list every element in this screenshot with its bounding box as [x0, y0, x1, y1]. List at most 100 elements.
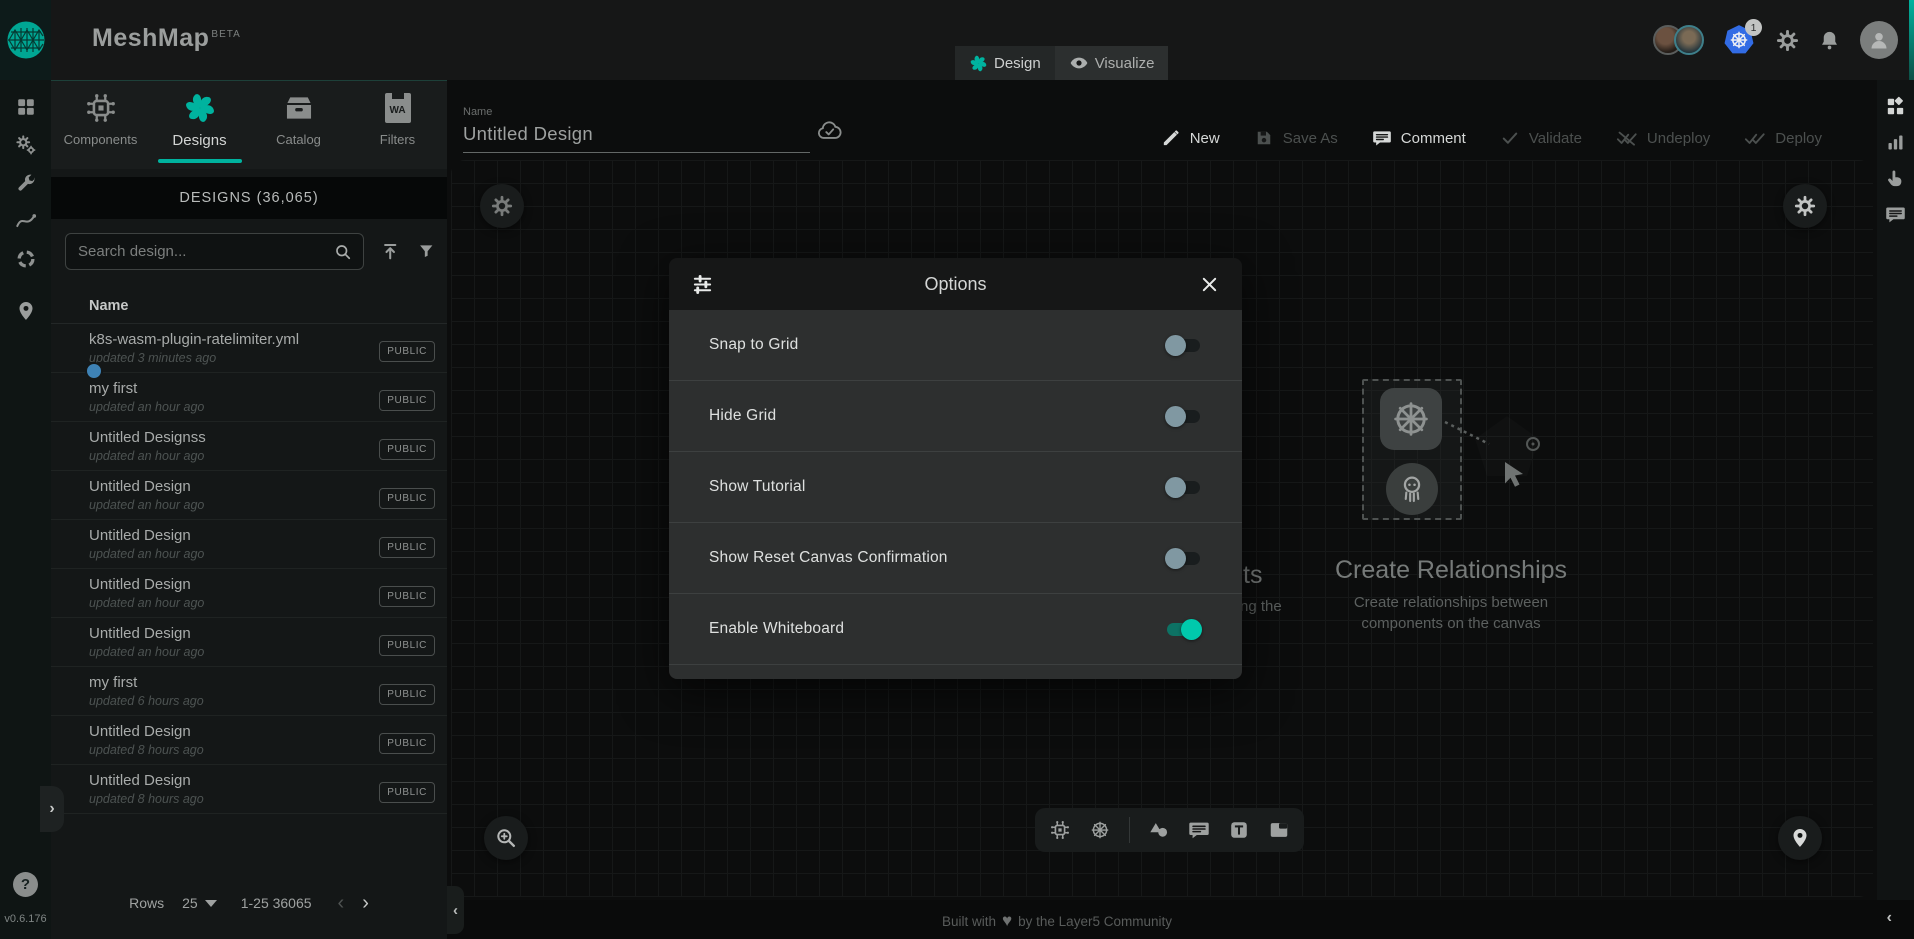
- right-drawer-collapse-handle[interactable]: ‹: [1887, 909, 1892, 927]
- magnifier-plus-icon: [494, 826, 518, 850]
- pentagon-shape: [1465, 410, 1561, 502]
- next-page-button[interactable]: ›: [362, 892, 369, 915]
- performance-icon[interactable]: [15, 210, 37, 232]
- bar-chart-icon[interactable]: [1885, 132, 1906, 153]
- components-chip-icon: [84, 91, 118, 125]
- app-header: MeshMapBETA Design Visualize 1: [0, 0, 1914, 80]
- dock-components-icon[interactable]: [1049, 819, 1071, 841]
- design-name-input[interactable]: [463, 118, 810, 153]
- kubernetes-wheel-icon: [1389, 397, 1433, 441]
- panel-tab-components[interactable]: Components: [51, 81, 150, 169]
- design-list-item[interactable]: my firstupdated an hour ago PUBLIC: [51, 373, 447, 422]
- search-box[interactable]: [65, 233, 364, 270]
- deploy-button[interactable]: Deploy: [1744, 128, 1822, 148]
- panel-tab-catalog-label: Catalog: [276, 132, 321, 147]
- collaborator-avatar-2[interactable]: [1674, 25, 1704, 55]
- settings-gear-icon[interactable]: [1776, 29, 1799, 52]
- option-row-hide-grid: Hide Grid: [669, 381, 1242, 452]
- configuration-icon[interactable]: [15, 172, 37, 194]
- catalog-drawer-icon: [282, 91, 316, 125]
- panel-tab-catalog[interactable]: Catalog: [249, 81, 348, 169]
- designs-panel: Components Designs Catalog WA Filters DE…: [51, 80, 447, 939]
- design-list-item[interactable]: Untitled Designssupdated an hour ago PUB…: [51, 422, 447, 471]
- help-button[interactable]: ?: [13, 872, 38, 897]
- visibility-badge: PUBLIC: [379, 586, 435, 607]
- new-button[interactable]: New: [1161, 128, 1220, 148]
- pagination: Rows 25 1-25 36065 ‹ ›: [51, 881, 447, 925]
- prev-page-button[interactable]: ‹: [338, 892, 345, 915]
- filter-funnel-icon[interactable]: [417, 242, 435, 261]
- design-list: k8s-wasm-plugin-ratelimiter.ymlupdated 3…: [51, 324, 447, 814]
- wasm-filter-icon: WA: [385, 93, 411, 123]
- meshmap-pin-icon[interactable]: [15, 300, 37, 322]
- tab-design-label: Design: [994, 55, 1041, 72]
- toggle-enable-whiteboard[interactable]: [1165, 619, 1202, 640]
- comment-icon: [1372, 128, 1392, 148]
- dock-kubernetes-icon[interactable]: [1089, 819, 1111, 841]
- toggle-hide-grid[interactable]: [1165, 406, 1202, 427]
- check-icon: [1500, 128, 1520, 148]
- locate-pin-button[interactable]: [1778, 816, 1822, 860]
- mode-tabs: Design Visualize: [955, 46, 1168, 80]
- kubernetes-context-button[interactable]: 1: [1723, 23, 1757, 57]
- lifecycle-icon[interactable]: [15, 134, 37, 156]
- designs-swirl-icon: [183, 91, 217, 125]
- profile-avatar[interactable]: [1860, 21, 1898, 59]
- panel-tab-designs[interactable]: Designs: [150, 81, 249, 169]
- extensions-icon[interactable]: [15, 248, 37, 270]
- design-list-item[interactable]: Untitled Designupdated an hour ago PUBLI…: [51, 569, 447, 618]
- toggle-show-tutorial[interactable]: [1165, 477, 1202, 498]
- close-icon[interactable]: [1199, 274, 1220, 295]
- heart-icon: ♥: [1002, 911, 1012, 931]
- notifications-bell-icon[interactable]: [1818, 29, 1841, 52]
- dock-text-tool-icon[interactable]: [1228, 819, 1250, 841]
- toggle-snap-to-grid[interactable]: [1165, 335, 1202, 356]
- design-list-item[interactable]: Untitled Designupdated an hour ago PUBLI…: [51, 520, 447, 569]
- visibility-badge: PUBLIC: [379, 341, 435, 362]
- design-list-item[interactable]: Untitled Designupdated an hour ago PUBLI…: [51, 471, 447, 520]
- meshery-mascot-tile: [1386, 463, 1438, 515]
- design-list-item[interactable]: Untitled Designupdated an hour ago PUBLI…: [51, 618, 447, 667]
- dock-media-icon[interactable]: [1268, 819, 1290, 841]
- validate-button[interactable]: Validate: [1500, 128, 1582, 148]
- panel-tab-filters[interactable]: WA Filters: [348, 81, 447, 169]
- empty-state-title: Create Relationships: [1321, 556, 1581, 585]
- collaborator-avatars[interactable]: [1653, 25, 1704, 55]
- design-name-field[interactable]: Name: [463, 106, 810, 153]
- design-list-item[interactable]: k8s-wasm-plugin-ratelimiter.ymlupdated 3…: [51, 324, 447, 373]
- meshery-logo-icon: [6, 20, 46, 60]
- right-rail: [1877, 80, 1914, 900]
- undeploy-button[interactable]: Undeploy: [1616, 128, 1710, 148]
- toggle-show-reset-confirmation[interactable]: [1165, 548, 1202, 569]
- list-header-name: Name: [51, 288, 447, 324]
- design-list-item[interactable]: my firstupdated 6 hours ago PUBLIC: [51, 667, 447, 716]
- design-list-item[interactable]: Untitled Designupdated 8 hours ago PUBLI…: [51, 765, 447, 814]
- canvas-settings-button-right[interactable]: [1783, 184, 1827, 228]
- kanvas-swirl-icon: [969, 54, 988, 73]
- hand-pointer-icon[interactable]: [1885, 168, 1906, 189]
- dock-comment-icon[interactable]: [1188, 819, 1210, 841]
- comments-icon[interactable]: [1885, 204, 1906, 225]
- canvas-settings-button-left[interactable]: [480, 184, 524, 228]
- upload-design-icon[interactable]: [380, 241, 400, 262]
- search-input[interactable]: [78, 243, 333, 260]
- tab-visualize[interactable]: Visualize: [1055, 46, 1169, 80]
- option-row-show-tutorial: Show Tutorial: [669, 452, 1242, 523]
- kubernetes-demo-tile: [1380, 388, 1442, 450]
- dashboard-icon[interactable]: [15, 96, 37, 118]
- widgets-icon[interactable]: [1885, 96, 1906, 117]
- gear-icon: [491, 195, 513, 217]
- dock-shapes-icon[interactable]: [1148, 819, 1170, 841]
- app-logo[interactable]: [0, 0, 51, 80]
- tab-design[interactable]: Design: [955, 46, 1055, 80]
- rows-label: Rows: [129, 895, 164, 911]
- rows-per-page-select[interactable]: 25: [182, 895, 217, 911]
- person-icon: [1867, 28, 1891, 52]
- zoom-button[interactable]: [484, 816, 528, 860]
- comment-button[interactable]: Comment: [1372, 128, 1466, 148]
- panel-collapse-handle[interactable]: ‹: [447, 886, 464, 934]
- rail-expand-handle[interactable]: ›: [40, 786, 64, 832]
- pin-icon: [1789, 827, 1811, 849]
- save-as-button[interactable]: Save As: [1254, 128, 1338, 148]
- design-list-item[interactable]: Untitled Designupdated 8 hours ago PUBLI…: [51, 716, 447, 765]
